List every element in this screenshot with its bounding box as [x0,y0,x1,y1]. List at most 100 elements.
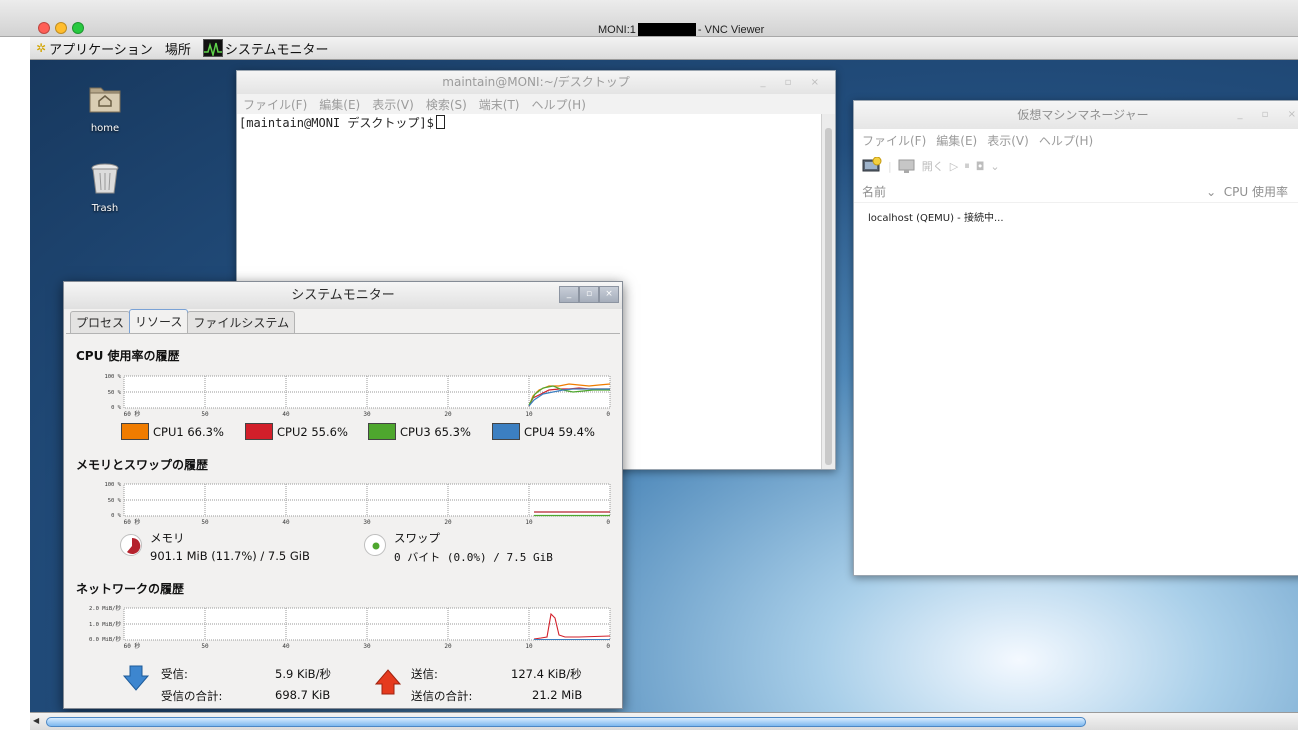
cpu4-color-swatch[interactable] [492,423,520,440]
desktop-icon-label: home [90,123,120,134]
vmm-menu-file[interactable]: ファイル(F) [862,132,926,149]
terminal-prompt: [maintain@MONI デスクトップ]$ [239,116,434,130]
net-grid-xtick: 0 [606,643,610,650]
monitor-icon[interactable] [898,158,916,174]
terminal-menu-search[interactable]: 検索(S) [426,96,467,113]
tab-filesystems[interactable]: ファイルシステム [187,311,296,333]
sort-chevron-icon: ⌄ [1206,185,1224,199]
recv-total-value: 698.7 KiB [275,688,331,702]
net-grid-xtick: 30 [363,643,371,650]
recv-value: 5.9 KiB/秒 [275,667,331,681]
pause-icon[interactable]: ⏸ [964,159,970,173]
cpu-grid-xtick: 50 [201,411,209,418]
system-monitor-title: システムモニター [291,288,395,303]
home-folder-icon [89,87,121,113]
swap-label: スワップ [394,531,440,545]
vnc-scroll-thumb[interactable] [46,717,1086,727]
system-monitor-window[interactable]: システムモニター _ ▫ × プロセス リソース ファイルシステム CPU 使用… [63,281,623,709]
gnome-top-panel: ✲ アプリケーション 場所 システムモニター [30,37,1298,60]
applications-menu[interactable]: アプリケーション [49,39,153,58]
mem-grid-xtick: 0 [606,519,610,526]
column-cpu[interactable]: ⌄ CPU 使用率 [1206,183,1288,200]
mem-grid-xtick: 30 [363,519,371,526]
new-vm-icon[interactable] [862,157,882,175]
desktop-icon-trash[interactable]: Trash [75,160,135,214]
terminal-menu-terminal[interactable]: 端末(T) [479,96,520,113]
cpu3-color-swatch[interactable] [368,423,396,440]
desktop-icon-home[interactable]: home [75,80,135,134]
open-button[interactable]: 開く [922,158,944,174]
cpu-grid-ytick: 100 % [104,374,121,380]
network-history-graph: 2.0 MiB/秒 1.0 MiB/秒 0.0 MiB/秒60 秒 50 40 30 20 1… [89,604,611,650]
column-name[interactable]: 名前 [862,183,886,200]
close-button[interactable]: × [599,286,619,303]
mem-grid-xtick: 50 [201,519,209,526]
tab-resources[interactable]: リソース [129,309,189,333]
terminal-menu-edit[interactable]: 編集(E) [319,96,360,113]
send-value: 127.4 KiB/秒 [511,667,582,681]
vm-manager-window-controls[interactable]: _ ▫ × [1237,101,1298,129]
terminal-scrollbar[interactable] [821,114,835,469]
tab-processes[interactable]: プロセス [70,311,131,333]
cpu-grid-ytick: 50 % [108,390,122,396]
system-monitor-tabs: プロセス リソース ファイルシステム [70,309,296,333]
cpu2-color-swatch[interactable] [245,423,273,440]
close-button[interactable] [38,22,50,34]
cpu2-label: CPU2 55.6% [277,424,348,439]
vmm-menu-edit[interactable]: 編集(E) [936,132,977,149]
vm-list-row[interactable]: localhost (QEMU) - 接続中... [854,203,1298,224]
recv-total-label: 受信の合計: [161,689,223,703]
net-grid-ytick: 0.0 MiB/秒 [89,635,121,643]
vm-manager-title-bar[interactable]: 仮想マシンマネージャー _ ▫ × [854,101,1298,129]
play-icon[interactable]: ▷ [950,160,958,173]
maximize-button[interactable]: ▫ [579,286,599,303]
terminal-menu-help[interactable]: ヘルプ(H) [532,96,586,113]
stop-icon[interactable]: ◘ [976,160,985,173]
mem-grid-ytick: 50 % [108,498,122,504]
network-history-title: ネットワークの履歴 [76,582,185,596]
send-total-label: 送信の合計: [411,689,473,703]
vnc-title-prefix: MONI:1 [598,23,636,36]
terminal-menu-view[interactable]: 表示(V) [372,96,414,113]
vnc-title-bar: MONI:1 - VNC Viewer [0,0,1298,37]
swap-pie-icon[interactable] [364,534,386,556]
taskbar-system-monitor[interactable]: システムモニター [223,39,331,58]
vnc-horizontal-scrollbar[interactable]: ◀ [30,712,1298,730]
memory-pie-icon[interactable] [120,534,142,556]
minimize-button[interactable] [55,22,67,34]
places-menu[interactable]: 場所 [165,39,191,58]
vmm-menu-help[interactable]: ヘルプ(H) [1039,132,1093,149]
screen: MONI:1 - VNC Viewer ✲ アプリケーション 場所 システムモニ… [0,0,1298,730]
memory-label: メモリ [150,531,185,545]
terminal-title-bar[interactable]: maintain@MONI:~/デスクトップ _ ▫ × [237,71,835,94]
chevron-down-icon[interactable]: ⌄ [990,160,999,173]
redaction-bar [637,23,696,36]
cpu-grid-xtick: 60 秒 [124,410,141,418]
system-monitor-window-controls: _ ▫ × [559,286,619,303]
minimize-button[interactable]: _ [559,286,579,303]
cpu1-label: CPU1 66.3% [153,424,224,439]
net-grid-xtick: 50 [201,643,209,650]
cpu-grid-xtick: 0 [606,411,610,418]
terminal-window-controls[interactable]: _ ▫ × [760,71,827,94]
vm-list-header: 名前 ⌄ CPU 使用率 [854,181,1298,203]
cpu1-color-swatch[interactable] [121,423,149,440]
vnc-title: MONI:1 - VNC Viewer [598,23,764,36]
memory-history-graph: 100 % 50 % 0 %60 秒 50 40 30 20 10 0 [104,482,611,526]
net-grid-xtick: 20 [444,643,452,650]
cpu-legend-1: CPU1 66.3% [121,423,224,440]
vm-manager-window[interactable]: 仮想マシンマネージャー _ ▫ × ファイル(F) 編集(E) 表示(V) ヘル… [853,100,1298,576]
net-grid-xtick: 40 [282,643,290,650]
applications-icon: ✲ [36,41,47,55]
system-monitor-title-bar[interactable]: システムモニター _ ▫ × [64,282,622,309]
mem-grid-ytick: 0 % [111,513,122,519]
cpu3-label: CPU3 65.3% [400,424,471,439]
scroll-left-arrow-icon[interactable]: ◀ [33,716,39,725]
zoom-button[interactable] [72,22,84,34]
terminal-scroll-thumb[interactable] [825,128,832,465]
vmm-menu-view[interactable]: 表示(V) [987,132,1029,149]
terminal-menu-file[interactable]: ファイル(F) [243,96,307,113]
vm-manager-toolbar: | 開く ▷ ⏸ ◘ ⌄ [854,151,1298,181]
vm-manager-title: 仮想マシンマネージャー [1017,108,1149,122]
terminal-title: maintain@MONI:~/デスクトップ [442,75,630,89]
